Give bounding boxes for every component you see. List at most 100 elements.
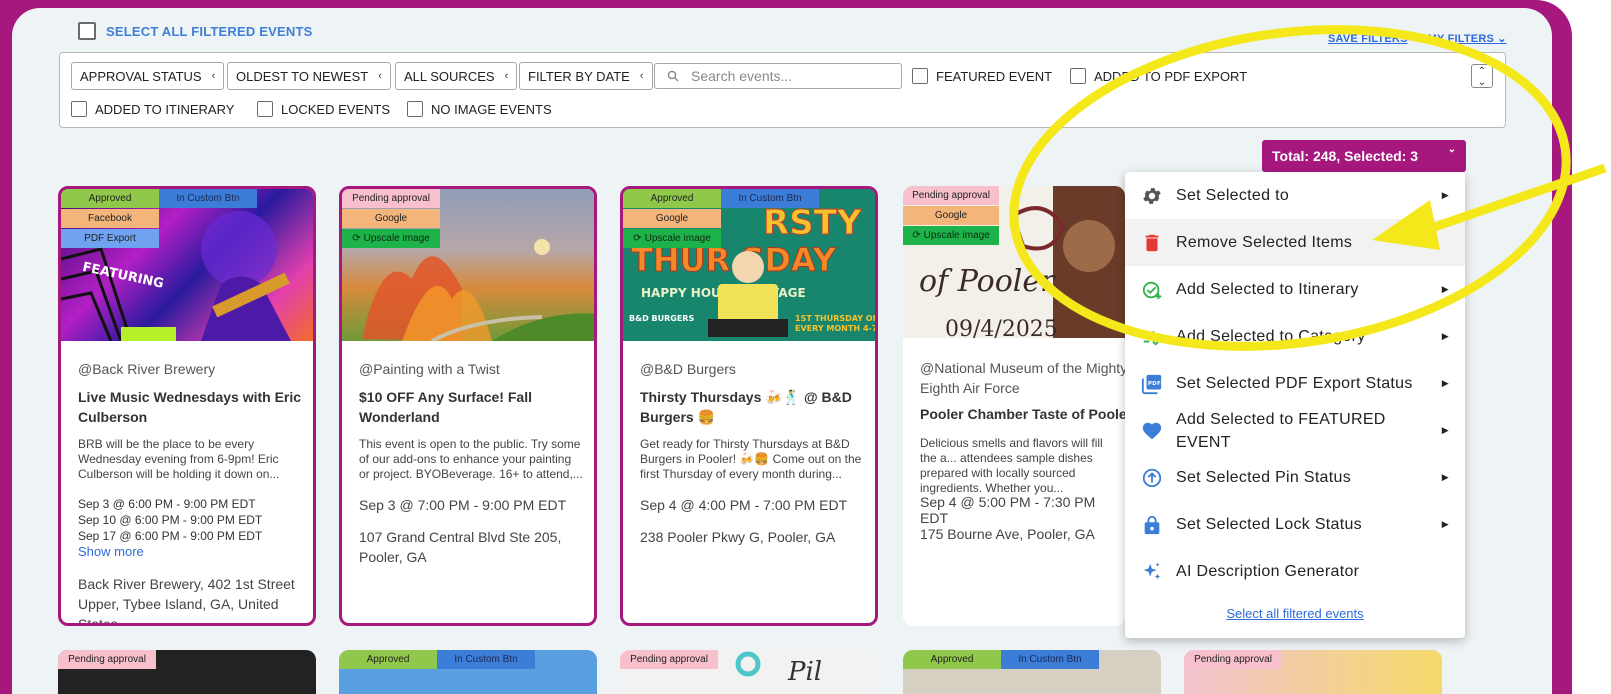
no-image-checkbox[interactable] — [407, 101, 423, 117]
event-venue[interactable]: @National Museum of the Mighty Eighth Ai… — [920, 358, 1125, 398]
event-date: Sep 4 @ 5:00 PM - 7:30 PM EDT — [920, 494, 1096, 526]
event-date: Sep 4 @ 4:00 PM - 7:00 PM EDT — [640, 497, 848, 513]
select-all-filtered[interactable]: SELECT ALL FILTERED EVENTS — [78, 22, 312, 40]
calendar-check-icon — [1142, 281, 1162, 299]
sparkle-icon — [1143, 562, 1161, 579]
refresh-icon: ⟳ — [352, 233, 361, 244]
menu-item-set-selected[interactable]: Set Selected to ▶ — [1125, 172, 1465, 219]
menu-item-pdf-export[interactable]: PDF Set Selected PDF Export Status ▶ — [1125, 360, 1465, 407]
event-card[interactable]: Pending approval — [58, 650, 316, 694]
event-image: RSTY THUR SDAY HAPPY HOUR DJ SAVAGE 1ST … — [623, 189, 875, 341]
sources-dropdown[interactable]: ALL SOURCES ‹ — [395, 62, 518, 90]
playlist-check-icon — [1143, 331, 1162, 346]
search-input[interactable]: Search events... — [654, 63, 902, 89]
my-filters-link[interactable]: MY FILTERS ⌄ — [1428, 33, 1507, 45]
svg-text:of Pooler: of Pooler — [919, 264, 1056, 299]
event-card[interactable]: Approved In Custom Btn — [339, 650, 597, 694]
menu-item-label: Remove Selected Items — [1176, 234, 1353, 251]
event-description: Delicious smells and flavors will fill t… — [920, 436, 1103, 495]
filter-links: SAVE FILTERS MY FILTERS ⌄ — [1328, 32, 1507, 45]
menu-item-add-itinerary[interactable]: Add Selected to Itinerary ▶ — [1125, 266, 1465, 313]
menu-item-label: Set Selected PDF Export Status — [1176, 375, 1413, 392]
itinerary-checkbox[interactable] — [71, 101, 87, 117]
search-icon — [667, 70, 679, 82]
filter-bar: APPROVAL STATUS ‹ OLDEST TO NEWEST ‹ ALL S… — [59, 52, 1506, 128]
event-title[interactable]: Live Music Wednesdays with Eric Culberso… — [78, 387, 303, 427]
event-date: Sep 3 @ 6:00 PM - 9:00 PM EDT — [78, 497, 256, 511]
chevron-left-icon: ‹ — [211, 70, 216, 82]
status-badge: Pending approval — [342, 189, 440, 208]
sources-label: ALL SOURCES — [404, 68, 495, 84]
event-card[interactable]: Approved In Custom Btn — [903, 650, 1161, 694]
refresh-icon: ⟳ — [633, 233, 642, 244]
menu-item-pin-status[interactable]: Set Selected Pin Status ▶ — [1125, 454, 1465, 501]
chevron-right-icon: ▶ — [1441, 472, 1449, 482]
status-badge: Pending approval — [58, 650, 156, 669]
event-card[interactable]: FEATURING Approved In Custom Btn Faceboo… — [58, 186, 316, 626]
event-card[interactable]: RSTY THUR SDAY HAPPY HOUR DJ SAVAGE 1ST … — [620, 186, 878, 626]
pdf-export-checkbox[interactable] — [1070, 68, 1086, 84]
svg-text:Pil: Pil — [787, 657, 822, 687]
select-all-filtered-link[interactable]: Select all filtered events — [1125, 606, 1465, 621]
menu-item-label: Add Selected to Itinerary — [1176, 281, 1359, 298]
event-title[interactable]: Thirsty Thursdays 🍻🕺 @ B&D Burgers 🍔 — [640, 387, 865, 427]
event-title[interactable]: $10 OFF Any Surface! Fall Wonderland — [359, 387, 584, 427]
event-card[interactable]: Pending approval Pil — [620, 650, 878, 694]
event-image: FEATURING Approved In Custom Btn Faceboo… — [61, 189, 313, 341]
event-description: BRB will be the place to be every Wednes… — [78, 437, 280, 481]
menu-item-ai-description[interactable]: AI Description Generator — [1125, 548, 1465, 595]
itinerary-filter[interactable]: ADDED TO ITINERARY — [71, 101, 234, 117]
collapse-filters-button[interactable]: ⌃ ⌄ — [1471, 64, 1493, 88]
pdf-export-filter[interactable]: ADDED TO PDF EXPORT — [1070, 68, 1247, 84]
featured-label: FEATURED EVENT — [936, 68, 1053, 84]
event-card[interactable]: of Pooler 09/4/2025 Pending approval Goo… — [903, 186, 1125, 626]
date-filter-label: FILTER BY DATE — [528, 68, 630, 84]
event-date: Sep 3 @ 7:00 PM - 9:00 PM EDT — [359, 497, 567, 513]
chevron-down-icon: ⌄ — [1447, 144, 1456, 155]
menu-item-remove-selected[interactable]: Remove Selected Items — [1125, 219, 1465, 266]
event-venue[interactable]: @Back River Brewery — [78, 361, 215, 377]
event-date: Sep 10 @ 6:00 PM - 9:00 PM EDT — [78, 513, 263, 527]
lock-icon — [1144, 515, 1160, 534]
heart-icon — [1142, 422, 1162, 439]
select-all-checkbox[interactable] — [78, 22, 96, 40]
menu-item-featured[interactable]: Add Selected to FEATURED EVENT ▶ — [1125, 407, 1465, 454]
featured-event-filter[interactable]: FEATURED EVENT — [912, 68, 1052, 84]
event-card[interactable]: Pending approval — [1184, 650, 1442, 694]
chevron-right-icon: ▶ — [1441, 284, 1449, 294]
upscale-label: Upscale image — [644, 233, 711, 244]
svg-text:09/4/2025: 09/4/2025 — [945, 317, 1058, 338]
chevron-right-icon: ▶ — [1441, 425, 1449, 435]
itinerary-label: ADDED TO ITINERARY — [95, 101, 235, 117]
upload-circle-icon — [1142, 468, 1162, 487]
date-filter-dropdown[interactable]: FILTER BY DATE ‹ — [519, 62, 653, 90]
event-date: Sep 17 @ 6:00 PM - 9:00 PM EDT — [78, 529, 263, 543]
event-venue[interactable]: @Painting with a Twist — [359, 361, 500, 377]
event-title[interactable]: Pooler Chamber Taste of Pooler — [920, 404, 1125, 424]
event-address: Back River Brewery, 402 1st Street Upper… — [78, 576, 295, 626]
sort-dropdown[interactable]: OLDEST TO NEWEST ‹ — [227, 62, 391, 90]
upscale-label: Upscale image — [363, 233, 430, 244]
event-card[interactable]: Pending approval Google ⟳ Upscale image @… — [339, 186, 597, 626]
menu-item-add-category[interactable]: Add Selected to Category ▶ — [1125, 313, 1465, 360]
event-venue[interactable]: @B&D Burgers — [640, 361, 736, 377]
approval-status-dropdown[interactable]: APPROVAL STATUS ‹ — [71, 62, 225, 90]
locked-checkbox[interactable] — [257, 101, 273, 117]
bulk-actions-button[interactable]: Total: 248, Selected: 3 ⌄ — [1262, 140, 1466, 172]
show-more-link[interactable]: Show more — [78, 544, 262, 560]
source-badge: Google — [903, 206, 999, 225]
chevron-left-icon: ‹ — [378, 70, 382, 82]
upscale-image-badge: ⟳ Upscale image — [342, 229, 440, 248]
save-filters-link[interactable]: SAVE FILTERS — [1328, 33, 1408, 45]
event-description: This event is open to the public. Try so… — [359, 437, 583, 481]
no-image-filter[interactable]: NO IMAGE EVENTS — [407, 101, 552, 117]
status-badge: Approved — [623, 189, 721, 208]
menu-item-lock-status[interactable]: Set Selected Lock Status ▶ — [1125, 501, 1465, 548]
locked-label: LOCKED EVENTS — [281, 101, 391, 117]
custom-btn-badge: In Custom Btn — [721, 189, 819, 208]
upscale-image-badge: ⟳ Upscale image — [903, 226, 999, 245]
refresh-icon: ⟳ — [912, 230, 921, 241]
chevron-right-icon: ▶ — [1441, 190, 1449, 200]
featured-checkbox[interactable] — [912, 68, 928, 84]
locked-filter[interactable]: LOCKED EVENTS — [257, 101, 390, 117]
